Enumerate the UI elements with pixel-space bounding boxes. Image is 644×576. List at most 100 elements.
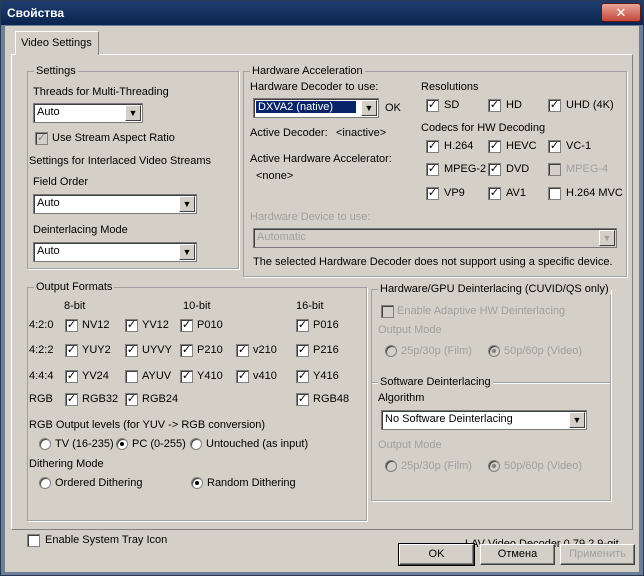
levels-tv-label: TV (16-235) — [55, 438, 114, 450]
tray-icon-checkbox[interactable] — [27, 534, 40, 547]
algorithm-value: No Software Deinterlacing — [385, 413, 513, 425]
fmt-v410-checkbox[interactable]: ✓ — [236, 370, 249, 383]
row-rgb-label: RGB — [29, 393, 53, 405]
res-sd-checkbox[interactable]: ✓ — [426, 99, 439, 112]
dither-random-label: Random Dithering — [207, 477, 296, 489]
adaptive-hw-deint-label: Enable Adaptive HW Deinterlacing — [397, 305, 566, 317]
close-button[interactable]: ✕ — [601, 3, 641, 22]
dither-ordered-label: Ordered Dithering — [55, 477, 143, 489]
dither-random-radio[interactable] — [191, 477, 203, 489]
fmt-p016-label: P016 — [313, 319, 339, 331]
settings-group-title: Settings — [34, 65, 78, 77]
row-422-label: 4:2:2 — [29, 344, 54, 356]
codec-vp9-label: VP9 — [444, 187, 465, 199]
codec-mpeg4-checkbox[interactable] — [548, 163, 561, 176]
codec-h264mvc-label: H.264 MVC — [566, 187, 623, 199]
codec-av1-checkbox[interactable]: ✓ — [488, 187, 501, 200]
fmt-y410-checkbox[interactable]: ✓ — [180, 370, 193, 383]
codec-h264mvc-checkbox[interactable] — [548, 187, 561, 200]
fmt-p210-checkbox[interactable]: ✓ — [180, 344, 193, 357]
fmt-rgb24-label: RGB24 — [142, 393, 179, 405]
device-value: Automatic — [257, 231, 306, 243]
tab-panel: Settings Threads for Multi-Threading Aut… — [11, 54, 633, 550]
codecs-label: Codecs for HW Decoding — [421, 122, 546, 134]
row-420-label: 4:2:0 — [29, 319, 54, 331]
fmt-y416-checkbox[interactable]: ✓ — [296, 370, 309, 383]
codec-vc1-checkbox[interactable]: ✓ — [548, 140, 561, 153]
dialog-client: Video Settings Settings Threads for Mult… — [5, 26, 639, 572]
device-note: The selected Hardware Decoder does not s… — [253, 256, 613, 268]
resolutions-label: Resolutions — [421, 81, 479, 93]
fmt-ayuv-label: AYUV — [142, 370, 172, 382]
codec-hevc-checkbox[interactable]: ✓ — [488, 140, 501, 153]
sw-video-radio[interactable] — [488, 460, 500, 472]
fmt-yv12-checkbox[interactable]: ✓ — [125, 319, 138, 332]
codec-mpeg2-label: MPEG-2 — [444, 163, 487, 175]
tray-icon-label: Enable System Tray Icon — [45, 534, 168, 546]
device-select[interactable]: Automatic ▼ — [253, 228, 617, 248]
sw-film-radio[interactable] — [385, 460, 397, 472]
levels-pc-radio[interactable] — [116, 438, 128, 450]
fmt-p010-label: P010 — [197, 319, 223, 331]
adaptive-hw-deint-checkbox[interactable] — [381, 305, 394, 318]
fmt-rgb32-checkbox[interactable]: ✓ — [65, 393, 78, 406]
codec-h264-checkbox[interactable]: ✓ — [426, 140, 439, 153]
apply-button[interactable]: Применить — [560, 544, 635, 565]
codec-mpeg2-checkbox[interactable]: ✓ — [426, 163, 439, 176]
fmt-p216-label: P216 — [313, 344, 339, 356]
codec-dvd-checkbox[interactable]: ✓ — [488, 163, 501, 176]
codec-vp9-checkbox[interactable]: ✓ — [426, 187, 439, 200]
fmt-yuy2-checkbox[interactable]: ✓ — [65, 344, 78, 357]
deint-mode-value: Auto — [37, 245, 60, 257]
aspect-ratio-checkbox[interactable]: ✓ — [35, 132, 48, 145]
header-10bit: 10-bit — [183, 300, 211, 312]
aspect-ratio-label: Use Stream Aspect Ratio — [52, 132, 175, 144]
res-sd-label: SD — [444, 99, 460, 111]
ok-button[interactable]: OK — [398, 543, 475, 566]
cancel-button[interactable]: Отмена — [480, 544, 555, 565]
settings-group: Settings Threads for Multi-Threading Aut… — [27, 65, 239, 269]
gpu-deint-title: Hardware/GPU Deinterlacing (CUVID/QS onl… — [378, 283, 611, 295]
chevron-down-icon: ▼ — [569, 412, 585, 428]
fmt-yuy2-label: YUY2 — [82, 344, 111, 356]
tab-video-settings[interactable]: Video Settings — [15, 31, 99, 55]
fmt-yv24-label: YV24 — [82, 370, 109, 382]
fmt-p216-checkbox[interactable]: ✓ — [296, 344, 309, 357]
field-order-select[interactable]: Auto ▼ — [33, 194, 197, 214]
active-decoder-label: Active Decoder: — [250, 127, 328, 139]
levels-tv-radio[interactable] — [39, 438, 51, 450]
res-uhd-checkbox[interactable]: ✓ — [548, 99, 561, 112]
fmt-yv12-label: YV12 — [142, 319, 169, 331]
levels-untouched-radio[interactable] — [190, 438, 202, 450]
res-hd-checkbox[interactable]: ✓ — [488, 99, 501, 112]
gpu-output-mode-label: Output Mode — [378, 324, 442, 336]
fmt-rgb48-checkbox[interactable]: ✓ — [296, 393, 309, 406]
levels-pc-label: PC (0-255) — [132, 438, 186, 450]
gpu-film-radio[interactable] — [385, 345, 397, 357]
fmt-p010-checkbox[interactable]: ✓ — [180, 319, 193, 332]
fmt-p016-checkbox[interactable]: ✓ — [296, 319, 309, 332]
threads-label: Threads for Multi-Threading — [33, 86, 169, 98]
active-accel-value: <none> — [256, 170, 294, 182]
deint-mode-select[interactable]: Auto ▼ — [33, 242, 197, 262]
active-accel-label: Active Hardware Accelerator: — [250, 153, 392, 165]
fmt-rgb24-checkbox[interactable]: ✓ — [125, 393, 138, 406]
fmt-ayuv-checkbox[interactable] — [125, 370, 138, 383]
gpu-video-radio[interactable] — [488, 345, 500, 357]
fmt-uyvy-checkbox[interactable]: ✓ — [125, 344, 138, 357]
title-bar: Свойства ✕ — [1, 1, 643, 25]
threads-select[interactable]: Auto ▼ — [33, 103, 143, 123]
fmt-nv12-label: NV12 — [82, 319, 110, 331]
deint-mode-label: Deinterlacing Mode — [33, 224, 128, 236]
codec-mpeg4-label: MPEG-4 — [566, 163, 609, 175]
fmt-p210-label: P210 — [197, 344, 223, 356]
fmt-nv12-checkbox[interactable]: ✓ — [65, 319, 78, 332]
fmt-yv24-checkbox[interactable]: ✓ — [65, 370, 78, 383]
algorithm-select[interactable]: No Software Deinterlacing ▼ — [381, 410, 587, 430]
fmt-rgb48-label: RGB48 — [313, 393, 350, 405]
output-formats-title: Output Formats — [34, 281, 115, 293]
decoder-select[interactable]: DXVA2 (native) ▼ — [253, 98, 379, 118]
dither-ordered-radio[interactable] — [39, 477, 51, 489]
device-label: Hardware Device to use: — [250, 211, 371, 223]
fmt-v210-checkbox[interactable]: ✓ — [236, 344, 249, 357]
